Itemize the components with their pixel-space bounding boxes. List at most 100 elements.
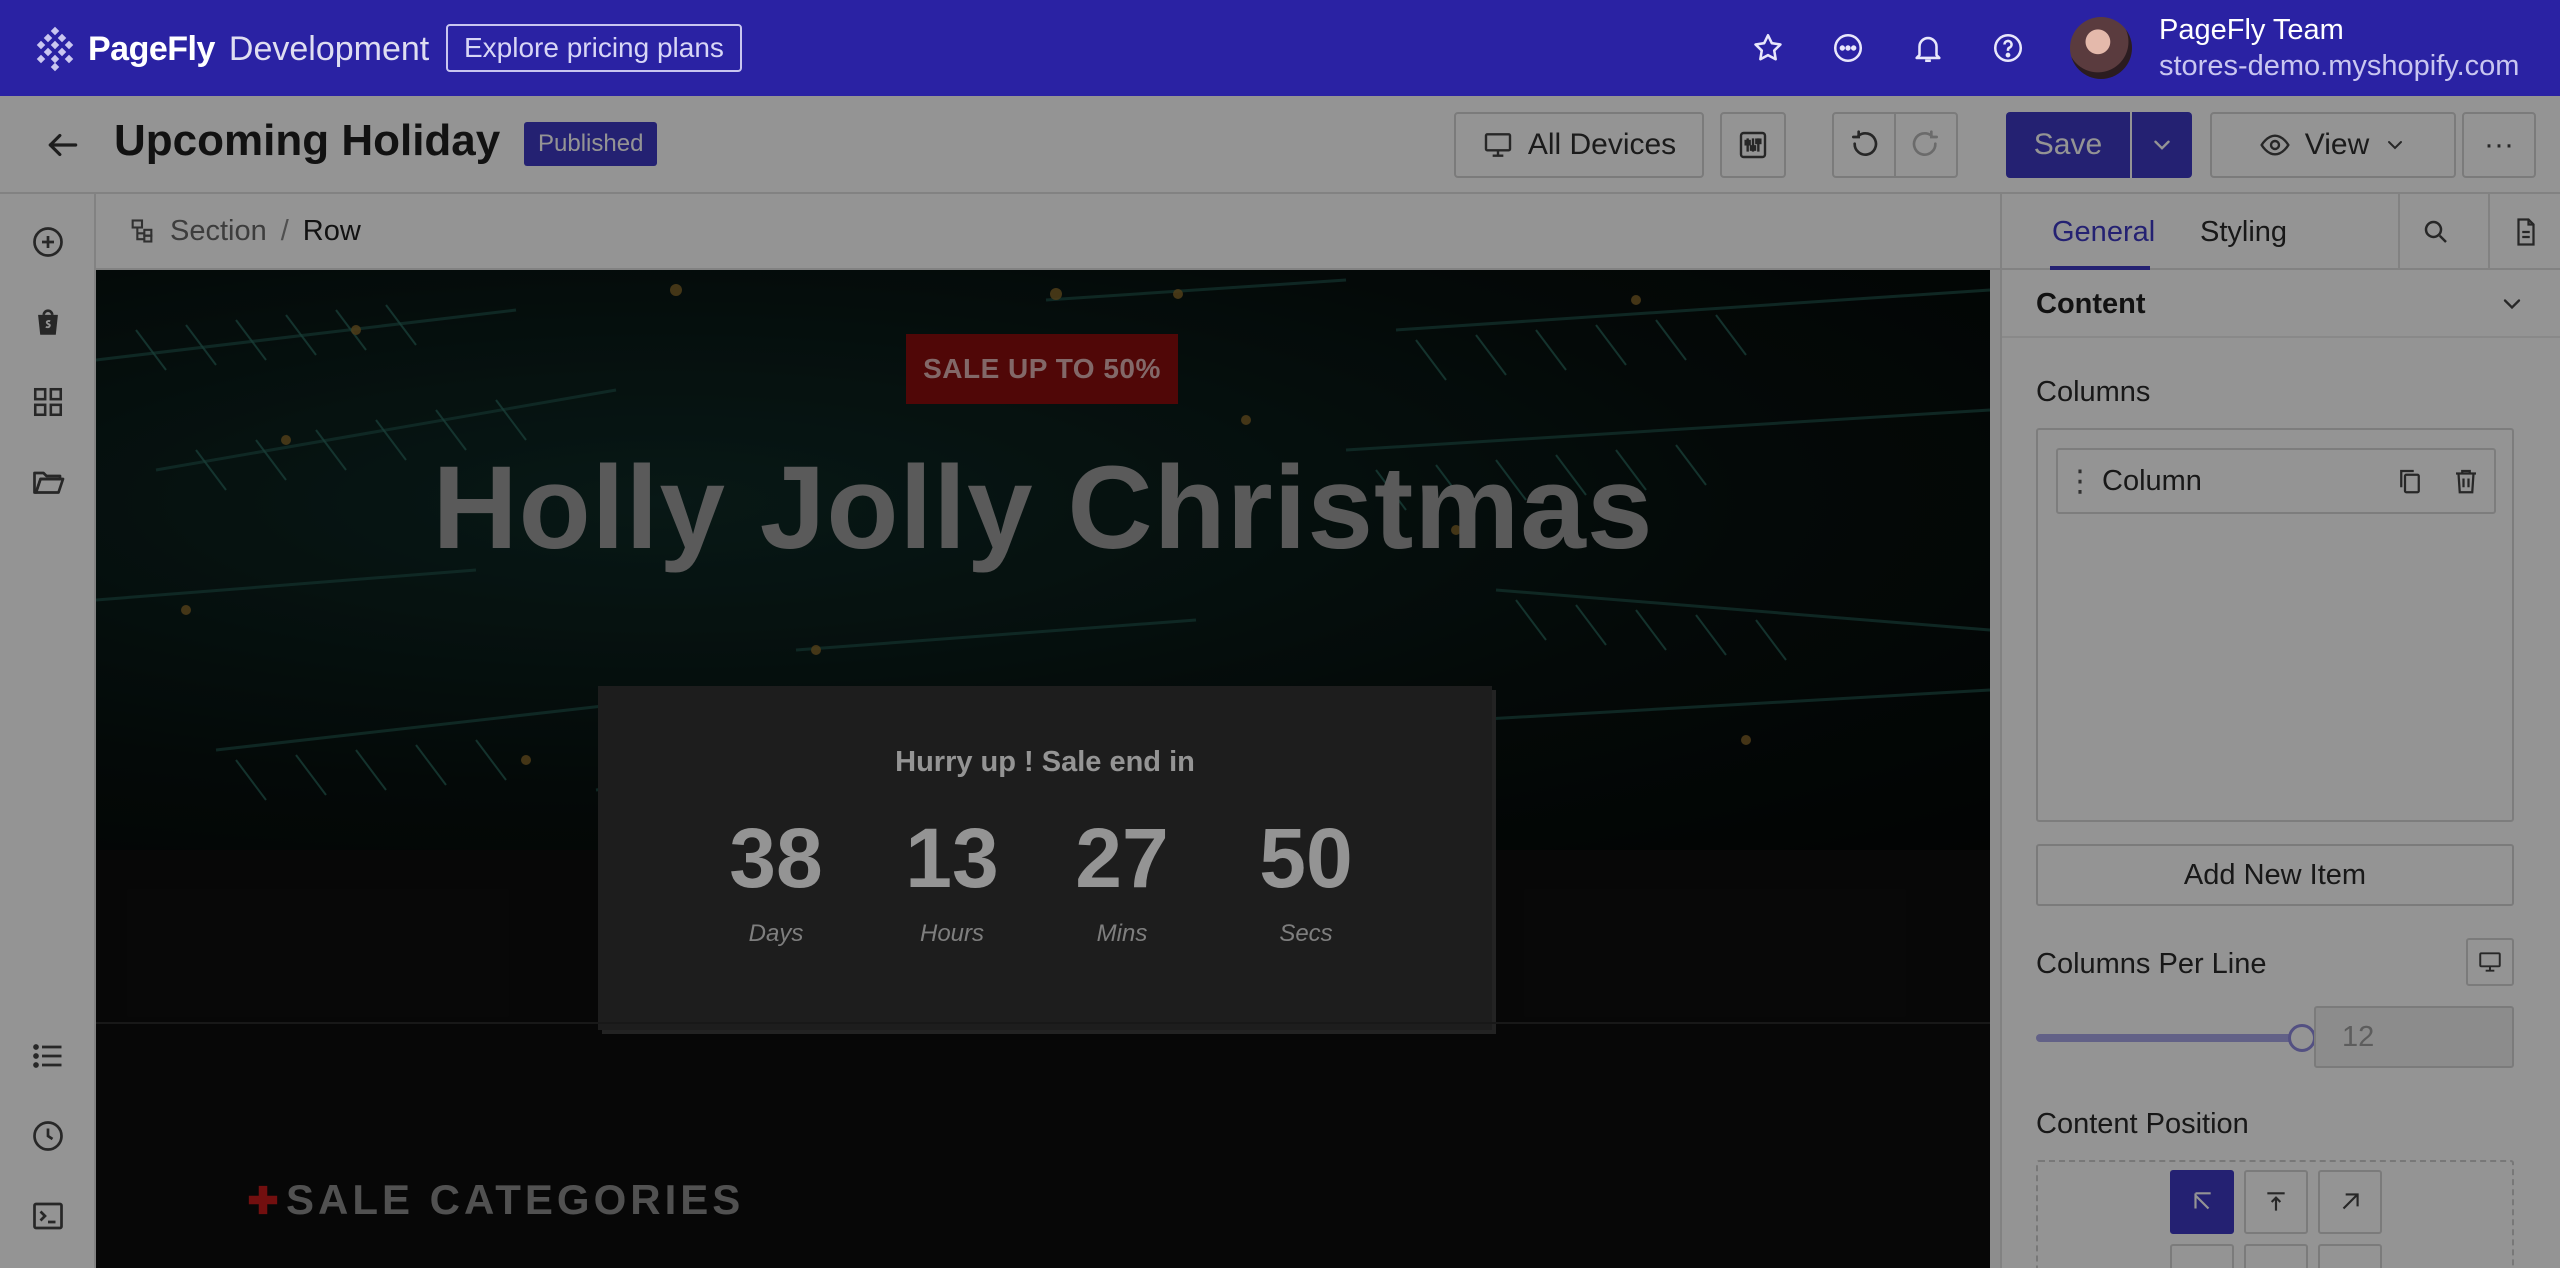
status-badge: Published [524, 122, 658, 166]
columns-per-line-label: Columns Per Line [2036, 948, 2267, 980]
columns-list: ⋮ Column [2036, 428, 2514, 822]
countdown-secs: 50 Secs [1236, 816, 1376, 948]
breadcrumb-separator: / [280, 214, 289, 247]
redo-icon [1912, 130, 1938, 156]
document-icon[interactable] [2488, 194, 2560, 270]
countdown-timer[interactable]: Hurry up ! Sale end in 38 Days 13 Hours … [598, 686, 1492, 1030]
save-button[interactable]: Save [2006, 112, 2130, 178]
bell-icon[interactable] [1908, 28, 1948, 68]
drag-handle-icon[interactable]: ⋮ [2058, 464, 2102, 499]
sale-categories-heading[interactable]: SALE CATEGORIES [246, 1176, 744, 1224]
chevron-down-icon [2154, 140, 2170, 150]
position-top-left-button[interactable] [2170, 1170, 2234, 1234]
chat-icon[interactable] [1828, 28, 1868, 68]
columns-per-line-slider-track[interactable] [2036, 1034, 2300, 1042]
tab-styling[interactable]: Styling [2200, 216, 2287, 249]
breadcrumb: Section / Row [96, 194, 2000, 270]
arrow-up-left-icon [2194, 1192, 2211, 1210]
grid-icon[interactable] [28, 382, 68, 422]
view-button[interactable]: View [2210, 112, 2456, 178]
list-icon[interactable] [28, 1036, 68, 1076]
redo-button[interactable] [1894, 114, 1956, 176]
terminal-icon[interactable] [28, 1196, 68, 1236]
countdown-secs-value: 50 [1259, 811, 1353, 905]
editor-canvas[interactable]: SALE UP TO 50% Holly Jolly Christmas Hur… [96, 270, 1990, 1268]
countdown-mins-value: 27 [1075, 811, 1169, 905]
store-domain[interactable]: stores-demo.myshopify.com [2159, 50, 2519, 83]
countdown-hours: 13 Hours [882, 816, 1022, 948]
column-item-label: Column [2102, 464, 2202, 497]
save-options-button[interactable] [2132, 112, 2192, 178]
avatar[interactable] [2070, 17, 2132, 79]
content-position-grid [2036, 1160, 2514, 1268]
sale-categories-text: SALE CATEGORIES [286, 1176, 745, 1223]
chevron-down-icon [2503, 299, 2521, 310]
section-divider [96, 1022, 1990, 1024]
chevron-down-icon [2388, 141, 2403, 150]
sliders-icon [1739, 131, 1767, 159]
sale-badge[interactable]: SALE UP TO 50% [906, 334, 1178, 404]
red-cross-icon [248, 1185, 278, 1215]
columns-per-line-input[interactable]: 12 [2314, 1006, 2514, 1068]
more-options-button[interactable]: ··· [2462, 112, 2536, 178]
folder-icon[interactable] [28, 462, 68, 502]
countdown-heading: Hurry up ! Sale end in [895, 746, 1195, 778]
countdown-days-value: 38 [729, 811, 823, 905]
monitor-icon [1484, 133, 1512, 157]
logo-subtitle: Development [228, 29, 430, 68]
breadcrumb-row[interactable]: Row [303, 215, 361, 248]
user-name[interactable]: PageFly Team [2159, 14, 2344, 47]
content-title: Content [2036, 288, 2146, 320]
view-label: View [2304, 128, 2370, 161]
position-top-center-button[interactable] [2244, 1170, 2308, 1234]
search-icon[interactable] [2398, 194, 2472, 270]
columns-per-line-slider-thumb[interactable] [2288, 1024, 2316, 1052]
countdown-hours-label: Hours [919, 920, 985, 947]
content-section-header[interactable]: Content [2002, 270, 2560, 338]
back-arrow-icon[interactable] [44, 126, 82, 169]
position-middle-left-button[interactable] [2170, 1244, 2234, 1268]
undo-icon [1852, 130, 1878, 156]
position-middle-center-button[interactable] [2244, 1244, 2308, 1268]
add-new-item-button[interactable]: Add New Item [2036, 844, 2514, 906]
countdown-hours-value: 13 [905, 811, 999, 905]
countdown-days-label: Days [748, 920, 804, 947]
logo[interactable]: PageFly Development [32, 26, 429, 72]
breadcrumb-section[interactable]: Section [170, 215, 267, 248]
shopify-bag-icon[interactable] [28, 302, 68, 342]
countdown-secs-label: Secs [1279, 920, 1333, 947]
logo-text: PageFly [88, 29, 215, 68]
position-middle-right-button[interactable] [2318, 1244, 2382, 1268]
all-devices-label: All Devices [1527, 128, 1677, 161]
arrow-up-right-icon [2342, 1193, 2359, 1210]
columns-label: Columns [2036, 376, 2151, 408]
top-app-bar: PageFly Development Explore pricing plan… [0, 0, 2560, 96]
position-top-right-button[interactable] [2318, 1170, 2382, 1234]
duplicate-icon[interactable] [2382, 451, 2438, 511]
clock-icon[interactable] [28, 1116, 68, 1156]
trash-icon[interactable] [2438, 451, 2494, 511]
undo-redo-group [1832, 112, 1958, 178]
sliders-button[interactable] [1720, 112, 1786, 178]
device-toggle-button[interactable] [2466, 938, 2514, 986]
plus-circle-icon[interactable] [28, 222, 68, 262]
hierarchy-icon [131, 219, 153, 243]
tab-general[interactable]: General [2052, 216, 2155, 249]
arrow-up-icon [2267, 1192, 2285, 1211]
eye-icon [2260, 134, 2290, 156]
left-sidebar [0, 194, 96, 1268]
undo-button[interactable] [1834, 114, 1894, 176]
list-item[interactable]: ⋮ Column [2056, 448, 2496, 514]
content-position-label: Content Position [2036, 1108, 2249, 1140]
countdown-mins-label: Mins [1096, 920, 1148, 947]
countdown-days: 38 Days [706, 816, 846, 948]
help-icon[interactable] [1988, 28, 2028, 68]
hero-title[interactable]: Holly Jolly Christmas [96, 440, 1990, 576]
star-icon[interactable] [1748, 28, 1788, 68]
properties-panel: General Styling Content Columns ⋮ Column… [2000, 194, 2560, 1268]
pagefly-logo-icon [36, 26, 74, 72]
explore-pricing-button[interactable]: Explore pricing plans [446, 24, 742, 72]
monitor-icon [2479, 952, 2501, 972]
countdown-mins: 27 Mins [1052, 816, 1192, 948]
all-devices-button[interactable]: All Devices [1454, 112, 1704, 178]
